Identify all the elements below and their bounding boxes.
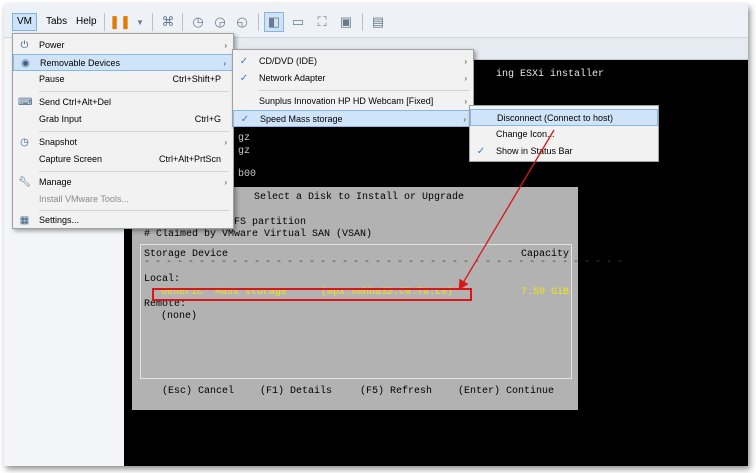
vmware-window: VM Tabs Help ❚❚ ▼ ⌘ ◷ ◶ ◵ ◧ ▭ ⛶ ▣ ▤ ing … [4,4,748,466]
callout-arrow [458,129,555,291]
